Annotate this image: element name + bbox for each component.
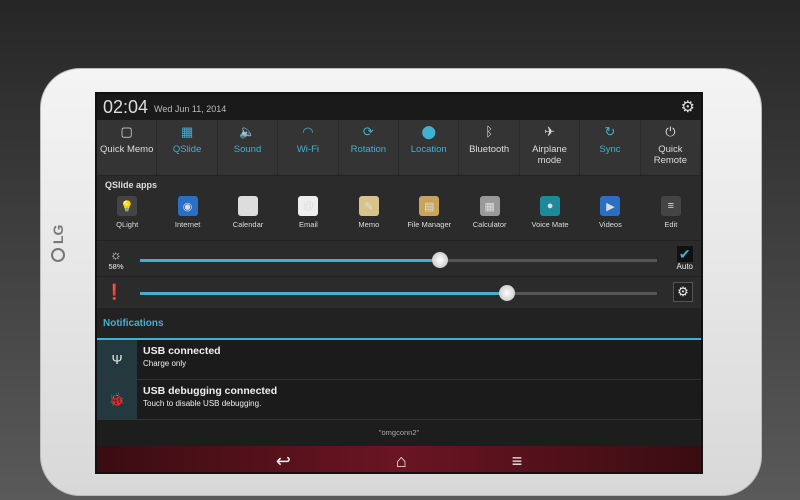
notifications-header: Notifications <box>97 308 701 340</box>
brand-text: LG <box>50 224 66 244</box>
app-icon: ▶ <box>600 196 621 216</box>
app-voice-mate[interactable]: ● Voice Mate <box>520 194 580 240</box>
tile-label: Sound <box>233 144 262 155</box>
notification-subtitle: Charge only <box>143 359 187 368</box>
tile-label: Bluetooth <box>469 144 510 155</box>
notification-item[interactable]: Ψ USB connected Charge only <box>97 340 701 380</box>
app-calculator[interactable]: ▦ Calculator <box>459 194 519 240</box>
tile-sound[interactable]: 🔈 Sound <box>218 120 279 175</box>
app-icon: ▤ <box>419 196 440 216</box>
app-label: Internet <box>174 220 201 229</box>
tile-icon: ✈ <box>544 124 555 139</box>
app-videos[interactable]: ▶ Videos <box>580 194 640 240</box>
app-internet[interactable]: ◉ Internet <box>157 194 217 240</box>
notification-title: USB connected <box>143 345 221 357</box>
tile-airplane-mode[interactable]: ✈ Airplane mode <box>520 120 581 175</box>
app-edit[interactable]: ≡ Edit <box>641 194 701 240</box>
tile-quick-memo[interactable]: ▢ Quick Memo <box>97 120 158 175</box>
quick-settings: ▢ Quick Memo ▦ QSlide 🔈 Sound ◠ Wi-Fi ⟳ Rotation ⬤… <box>97 120 701 176</box>
notification-icon: Ψ <box>97 340 137 379</box>
sound-settings-gear-icon[interactable]: ⚙ <box>673 281 693 302</box>
app-icon: ≡ <box>660 196 681 216</box>
tile-icon: ◠ <box>302 124 314 139</box>
brightness-slider[interactable] <box>140 251 657 268</box>
clock: 02:04 <box>103 96 149 117</box>
tile-qslide[interactable]: ▦ QSlide <box>157 120 218 175</box>
home-icon[interactable]: ⌂ <box>396 451 407 472</box>
app-icon: ◉ <box>177 196 198 216</box>
brightness-thumb[interactable] <box>431 251 448 268</box>
tile-icon: ⬤ <box>421 124 437 139</box>
notification-icon: 🐞 <box>97 380 137 419</box>
app-label: File Manager <box>407 220 452 229</box>
tile-icon: 🔈 <box>239 124 256 139</box>
app-label: Edit <box>664 220 678 229</box>
brightness-icon: ☼ 58% <box>108 246 124 271</box>
app-icon: ▦ <box>479 196 500 216</box>
app-icon: 💡 <box>117 196 138 216</box>
date: Wed Jun 11, 2014 <box>154 104 227 114</box>
app-icon: @ <box>298 196 319 216</box>
notification-panel: 02:04 Wed Jun 11, 2014 ⚙ ▢ Quick Memo ▦ QSl… <box>95 92 703 474</box>
app-calendar[interactable]: ▦ Calendar <box>218 194 278 240</box>
tile-icon: ⟳ <box>362 124 374 139</box>
status-bar: 02:04 Wed Jun 11, 2014 ⚙ <box>97 94 701 120</box>
auto-label: Auto <box>676 262 693 271</box>
qslide-apps-label: QSlide apps <box>105 180 158 190</box>
tile-label: Wi-Fi <box>296 144 319 155</box>
tile-label: Quick Memo <box>100 144 154 155</box>
tile-wi-fi[interactable]: ◠ Wi-Fi <box>278 120 339 175</box>
tile-icon: ↻ <box>604 124 616 139</box>
volume-row: ❗ ⚙ <box>97 276 701 306</box>
tile-label: Location <box>410 144 447 155</box>
volume-slider[interactable] <box>140 284 657 301</box>
tile-rotation[interactable]: ⟳ Rotation <box>339 120 400 175</box>
tile-quick-remote[interactable]: ⏻ Quick Remote <box>641 120 701 175</box>
app-icon: ● <box>540 196 561 216</box>
auto-brightness-checkbox[interactable]: ✔ Auto <box>677 246 693 271</box>
carrier-label: "omgconn2" <box>97 420 701 446</box>
lg-logo: LG <box>50 225 66 262</box>
volume-thumb[interactable] <box>499 284 516 301</box>
app-email[interactable]: @ Email <box>278 194 338 240</box>
app-label: Voice Mate <box>531 220 569 229</box>
tile-icon: ▢ <box>120 124 133 139</box>
notification-volume-icon: ❗ <box>105 283 124 301</box>
qslide-apps: 💡 QLight ◉ Internet ▦ Calendar @ Email ✎ Memo ▤ Fil… <box>97 194 701 240</box>
tile-sync[interactable]: ↻ Sync <box>580 120 641 175</box>
notification-item[interactable]: 🐞 USB debugging connected Touch to disable… <box>97 380 701 420</box>
app-label: Calculator <box>472 220 507 229</box>
tile-icon: ᛒ <box>485 124 494 139</box>
settings-gear-icon[interactable]: ⚙ <box>681 97 695 117</box>
app-label: Memo <box>358 220 380 229</box>
tile-location[interactable]: ⬤ Location <box>399 120 460 175</box>
app-label: Email <box>299 220 318 229</box>
tile-icon: ⏻ <box>665 124 676 139</box>
app-memo[interactable]: ✎ Memo <box>339 194 399 240</box>
tile-label: QSlide <box>172 144 202 155</box>
app-icon: ✎ <box>358 196 379 216</box>
menu-icon[interactable]: ≡ <box>512 451 523 472</box>
app-file-manager[interactable]: ▤ File Manager <box>399 194 459 240</box>
tile-label: Airplane mode <box>532 144 567 166</box>
tile-icon: ▦ <box>180 124 194 139</box>
app-label: Calendar <box>232 220 264 229</box>
app-qlight[interactable]: 💡 QLight <box>97 194 157 240</box>
app-icon: ▦ <box>238 196 259 216</box>
navigation-bar: ↩ ⌂ ≡ <box>97 446 701 472</box>
notification-title: USB debugging connected <box>143 385 278 397</box>
tile-label: Sync <box>599 144 621 155</box>
brightness-row: ☼ 58% ✔ Auto <box>97 240 701 276</box>
tile-bluetooth[interactable]: ᛒ Bluetooth <box>459 120 520 175</box>
app-label: QLight <box>116 220 139 229</box>
tile-label: Rotation <box>350 144 387 155</box>
notification-subtitle: Touch to disable USB debugging. <box>143 399 262 408</box>
back-icon[interactable]: ↩ <box>276 451 291 472</box>
brightness-percent: 58% <box>108 261 124 271</box>
app-label: Videos <box>599 220 622 229</box>
tile-label: Quick Remote <box>653 144 687 166</box>
